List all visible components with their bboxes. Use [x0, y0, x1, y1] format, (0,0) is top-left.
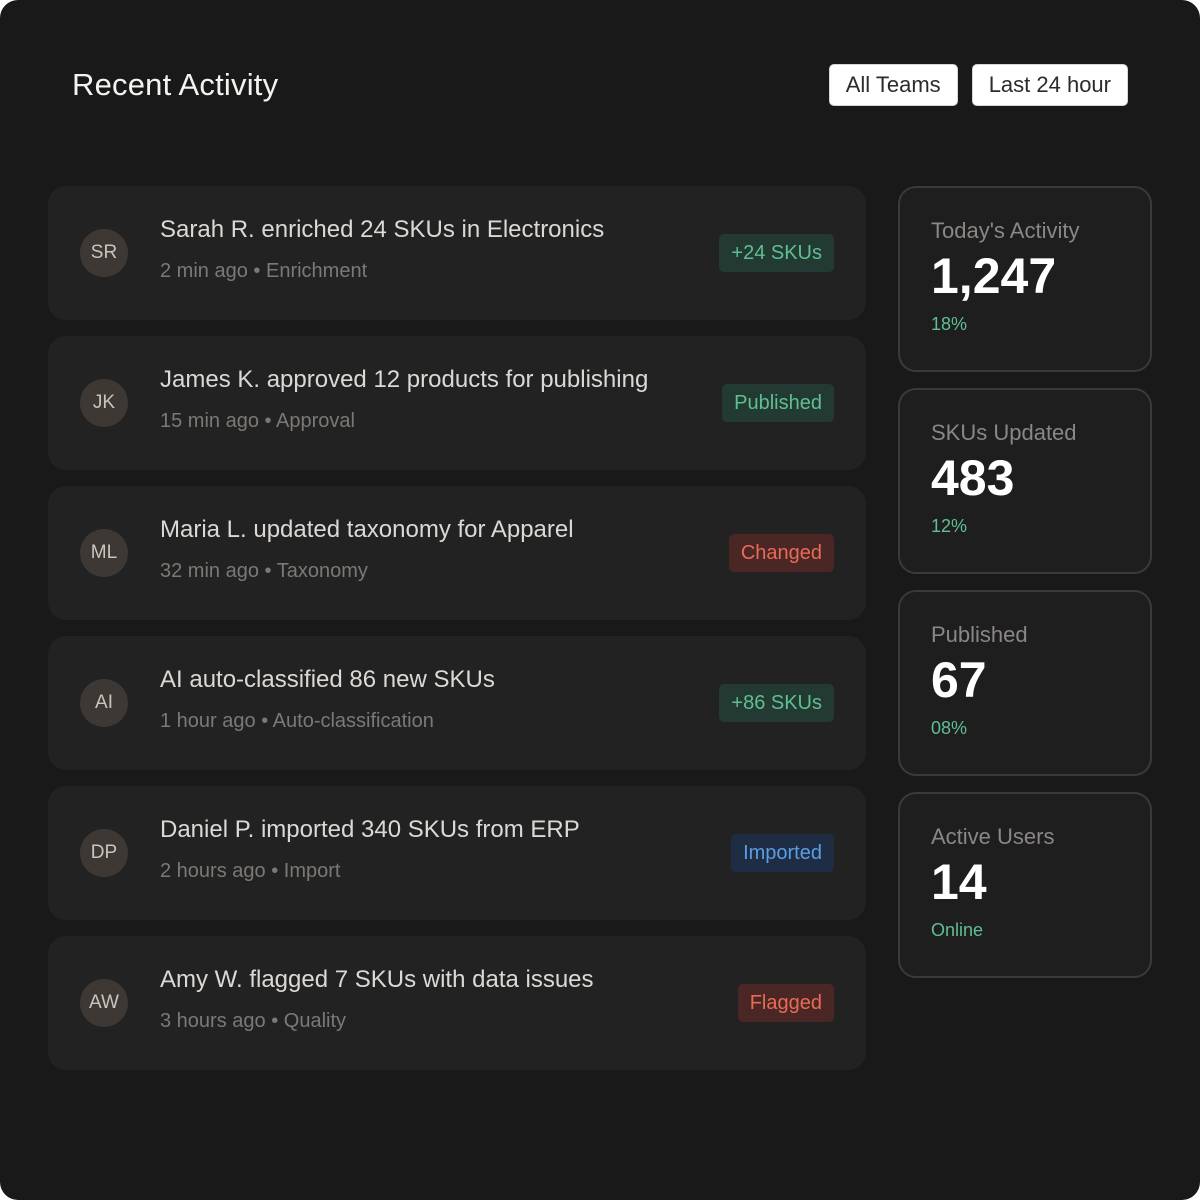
meta-separator: • — [271, 860, 279, 882]
activity-text: Maria L. updated taxonomy for Apparel — [160, 516, 574, 543]
activity-content: Maria L. updated taxonomy for Apparel 32… — [160, 516, 574, 583]
status-badge: Published — [722, 384, 834, 422]
time-range-filter-button[interactable]: Last 24 hour — [971, 64, 1128, 106]
meta-separator: • — [264, 560, 272, 582]
stat-card-active-users: Active Users 14 Online — [898, 792, 1152, 978]
activity-category: Taxonomy — [276, 560, 368, 582]
meta-separator: • — [253, 260, 261, 282]
stat-change: 12% — [931, 516, 968, 536]
stat-value: 67 — [931, 652, 987, 708]
activity-content: AI auto-classified 86 new SKUs 1 hour ag… — [160, 666, 495, 733]
activity-content: Sarah R. enriched 24 SKUs in Electronics… — [160, 216, 604, 283]
page-title: Recent Activity — [72, 67, 279, 102]
activity-category: Import — [283, 860, 341, 882]
activity-meta: 15 min ago • Approval — [160, 410, 648, 433]
activity-category: Quality — [283, 1010, 347, 1032]
activity-meta: 2 min ago • Enrichment — [160, 260, 604, 283]
activity-time: 32 min ago — [160, 560, 259, 582]
stat-card-published: Published 67 08% — [898, 590, 1152, 776]
status-badge: +86 SKUs — [719, 684, 834, 722]
activity-text: AI auto-classified 86 new SKUs — [160, 666, 495, 693]
avatar: AI — [80, 679, 128, 727]
team-filter-button[interactable]: All Teams — [828, 64, 958, 106]
activity-category: Enrichment — [265, 260, 368, 282]
status-badge: Flagged — [737, 984, 834, 1022]
activity-time: 3 hours ago — [160, 1010, 266, 1032]
activity-row[interactable]: AI AI auto-classified 86 new SKUs 1 hour… — [48, 636, 866, 770]
activity-time: 2 min ago — [160, 260, 248, 282]
avatar: SR — [80, 229, 128, 277]
stat-card-skus-updated: SKUs Updated 483 12% — [898, 388, 1152, 574]
activity-text: James K. approved 12 products for publis… — [160, 366, 649, 393]
activity-category: Auto-classification — [272, 710, 434, 732]
status-badge: Changed — [728, 534, 834, 572]
activity-meta: 32 min ago • Taxonomy — [160, 560, 574, 583]
activity-content: Daniel P. imported 340 SKUs from ERP 2 h… — [160, 816, 580, 883]
avatar: ML — [80, 529, 128, 577]
activity-meta: 3 hours ago • Quality — [160, 1010, 594, 1033]
stat-label: Active Users — [931, 824, 1055, 849]
stat-value: 14 — [931, 854, 987, 910]
activity-meta: 1 hour ago • Auto-classification — [160, 710, 495, 733]
activity-row[interactable]: JK James K. approved 12 products for pub… — [48, 336, 866, 470]
meta-separator: • — [271, 1010, 279, 1032]
activity-meta: 2 hours ago • Import — [160, 860, 580, 883]
recent-activity-panel: Recent Activity All Teams Last 24 hour S… — [0, 0, 1200, 1200]
stat-card-todays-activity: Today's Activity 1,247 18% — [898, 186, 1152, 372]
activity-time: 15 min ago — [160, 410, 259, 432]
activity-row[interactable]: AW Amy W. flagged 7 SKUs with data issue… — [48, 936, 866, 1070]
stat-label: SKUs Updated — [931, 420, 1077, 445]
panel-header: Recent Activity All Teams Last 24 hour — [72, 52, 1128, 118]
avatar: AW — [80, 979, 128, 1027]
status-badge: Imported — [731, 834, 834, 872]
stat-label: Today's Activity — [931, 218, 1080, 243]
activity-text: Sarah R. enriched 24 SKUs in Electronics — [160, 216, 605, 243]
meta-separator: • — [264, 410, 272, 432]
avatar: JK — [80, 379, 128, 427]
activity-row[interactable]: SR Sarah R. enriched 24 SKUs in Electron… — [48, 186, 866, 320]
stat-change: 18% — [931, 314, 968, 334]
activity-content: James K. approved 12 products for publis… — [160, 366, 648, 433]
stat-value: 1,247 — [931, 248, 1057, 304]
activity-text: Amy W. flagged 7 SKUs with data issues — [160, 966, 594, 993]
activity-feed: SR Sarah R. enriched 24 SKUs in Electron… — [48, 186, 866, 1070]
stats-sidebar: Today's Activity 1,247 18% SKUs Updated … — [898, 186, 1152, 978]
stat-value: 483 — [931, 450, 1015, 506]
stat-label: Published — [931, 622, 1028, 647]
meta-separator: • — [261, 710, 269, 732]
activity-category: Approval — [276, 410, 355, 432]
filter-bar: All Teams Last 24 hour — [828, 64, 1128, 106]
activity-text: Daniel P. imported 340 SKUs from ERP — [160, 816, 580, 843]
activity-time: 2 hours ago — [160, 860, 266, 882]
activity-content: Amy W. flagged 7 SKUs with data issues 3… — [160, 966, 594, 1033]
status-badge: +24 SKUs — [719, 234, 834, 272]
activity-row[interactable]: ML Maria L. updated taxonomy for Apparel… — [48, 486, 866, 620]
stat-change: 08% — [931, 718, 968, 738]
stat-change: Online — [931, 920, 984, 940]
activity-row[interactable]: DP Daniel P. imported 340 SKUs from ERP … — [48, 786, 866, 920]
avatar: DP — [80, 829, 128, 877]
activity-time: 1 hour ago — [160, 710, 256, 732]
